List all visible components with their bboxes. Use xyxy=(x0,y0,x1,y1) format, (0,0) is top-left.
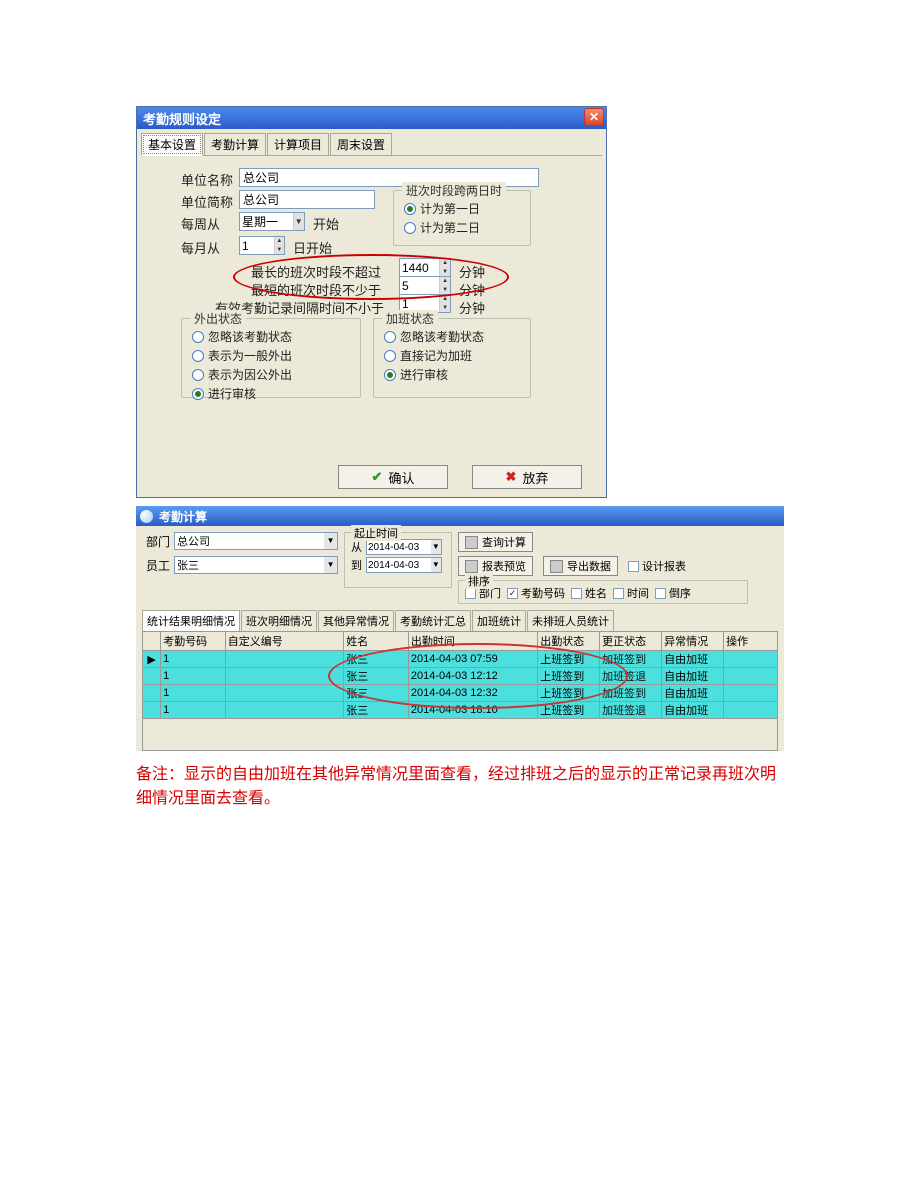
ot-group: 加班状态 忽略该考勤状态 直接记为加班 进行审核 xyxy=(373,318,531,398)
emp-label: 员工 xyxy=(142,557,170,574)
sort-opt-1[interactable]: 考勤号码 xyxy=(507,585,565,601)
min-shift-label: 最短的班次时段不少于 xyxy=(251,280,381,299)
minute-label-1: 分钟 xyxy=(459,262,485,281)
out-group: 外出状态 忽略该考勤状态 表示为一般外出 表示为因公外出 进行审核 xyxy=(181,318,361,398)
sort-opt-4[interactable]: 倒序 xyxy=(655,585,691,601)
attendance-calc-panel: 考勤计算 部门 ▼ 员工 ▼ 起止时间 从 ▼ xyxy=(136,506,784,751)
unit-abbr-label: 单位简称 xyxy=(181,192,233,211)
titlebar: 考勤规则设定 ✕ xyxy=(137,107,606,129)
tab-items[interactable]: 计算项目 xyxy=(267,133,329,155)
out-opt-0[interactable]: 忽略该考勤状态 xyxy=(192,327,350,346)
col-7[interactable]: 操作 xyxy=(724,632,778,651)
dept-combo[interactable]: ▼ xyxy=(174,532,338,550)
span-opt1[interactable]: 计为第一日 xyxy=(404,199,520,218)
ot-opt-0[interactable]: 忽略该考勤状态 xyxy=(384,327,520,346)
ok-button[interactable]: ✔确认 xyxy=(338,465,448,489)
tab-basic[interactable]: 基本设置 xyxy=(141,133,203,156)
window-title-2: 考勤计算 xyxy=(159,508,207,525)
ot-opt-2[interactable]: 进行审核 xyxy=(384,365,520,384)
max-shift-spin[interactable]: ▲▼ xyxy=(399,258,451,277)
design-checkbox[interactable]: 设计报表 xyxy=(628,558,686,574)
month-from-label: 每月从 xyxy=(181,238,220,257)
ot-group-title: 加班状态 xyxy=(382,310,438,327)
table-row[interactable]: 1张三2014-04-03 18:10上班签到加班签退自由加班 xyxy=(143,702,778,719)
export-button[interactable]: 导出数据 xyxy=(543,556,618,576)
minute-label-3: 分钟 xyxy=(459,298,485,317)
emp-combo[interactable]: ▼ xyxy=(174,556,338,574)
unit-name-label: 单位名称 xyxy=(181,170,233,189)
query-button[interactable]: 查询计算 xyxy=(458,532,533,552)
out-opt-1[interactable]: 表示为一般外出 xyxy=(192,346,350,365)
close-icon[interactable]: ✕ xyxy=(584,108,604,126)
span-group-title: 班次时段跨两日时 xyxy=(402,182,506,199)
month-from-suffix: 日开始 xyxy=(293,238,332,257)
sort-opt-2[interactable]: 姓名 xyxy=(571,585,607,601)
chevron-down-icon[interactable]: ▼ xyxy=(324,557,337,573)
grid-empty-area xyxy=(142,719,778,751)
out-opt-2[interactable]: 表示为因公外出 xyxy=(192,365,350,384)
tab-calc[interactable]: 考勤计算 xyxy=(204,133,266,155)
tab2-4[interactable]: 加班统计 xyxy=(472,610,526,631)
date-from-label: 从 xyxy=(351,539,362,555)
titlebar2: 考勤计算 xyxy=(136,506,784,526)
x-icon: ✖ xyxy=(506,469,517,485)
col-3[interactable]: 出勤时间 xyxy=(408,632,537,651)
tab2-3[interactable]: 考勤统计汇总 xyxy=(395,610,471,631)
window-title: 考勤规则设定 xyxy=(143,109,221,128)
dept-label: 部门 xyxy=(142,533,170,550)
note-text: 备注：显示的自由加班在其他异常情况里面查看，经过排班之后的显示的正常记录再班次明… xyxy=(136,763,784,811)
check-icon: ✔ xyxy=(372,469,383,485)
chevron-down-icon[interactable]: ▼ xyxy=(324,533,337,549)
tab2-2[interactable]: 其他异常情况 xyxy=(318,610,394,631)
date-group-title: 起止时间 xyxy=(351,525,401,541)
attendance-rules-dialog: 考勤规则设定 ✕ 基本设置 考勤计算 计算项目 周末设置 单位名称 单位简称 每… xyxy=(136,106,607,498)
week-from-suffix: 开始 xyxy=(313,214,339,233)
ot-opt-1[interactable]: 直接记为加班 xyxy=(384,346,520,365)
report-icon xyxy=(465,560,478,573)
app-icon xyxy=(140,510,153,523)
chevron-down-icon[interactable]: ▼ xyxy=(293,213,305,230)
col-1[interactable]: 自定义编号 xyxy=(225,632,344,651)
span-group: 班次时段跨两日时 计为第一日 计为第二日 xyxy=(393,190,531,246)
span-opt2[interactable]: 计为第二日 xyxy=(404,218,520,237)
tab2-1[interactable]: 班次明细情况 xyxy=(241,610,317,631)
tab-weekend[interactable]: 周末设置 xyxy=(330,133,392,155)
out-group-title: 外出状态 xyxy=(190,310,246,327)
spin-up-icon[interactable]: ▲ xyxy=(274,237,284,246)
table-row[interactable]: ▶1张三2014-04-03 07:59上班签到加班签到自由加班 xyxy=(143,651,778,668)
sort-group-title: 排序 xyxy=(465,573,493,589)
result-grid[interactable]: 考勤号码自定义编号姓名出勤时间出勤状态更正状态异常情况操作 ▶1张三2014-0… xyxy=(142,631,778,719)
date-from[interactable]: ▼ xyxy=(366,539,442,555)
minute-label-2: 分钟 xyxy=(459,280,485,299)
tab-bar: 基本设置 考勤计算 计算项目 周末设置 xyxy=(141,133,602,156)
cancel-button[interactable]: ✖放弃 xyxy=(472,465,582,489)
calc-icon xyxy=(465,536,478,549)
col-0[interactable]: 考勤号码 xyxy=(161,632,226,651)
table-row[interactable]: 1张三2014-04-03 12:12上班签到加班签退自由加班 xyxy=(143,668,778,685)
tab2-5[interactable]: 未排班人员统计 xyxy=(527,610,614,631)
week-from-label: 每周从 xyxy=(181,214,220,233)
out-opt-3[interactable]: 进行审核 xyxy=(192,384,350,403)
col-5[interactable]: 更正状态 xyxy=(600,632,662,651)
sort-opt-3[interactable]: 时间 xyxy=(613,585,649,601)
col-2[interactable]: 姓名 xyxy=(344,632,409,651)
date-to[interactable]: ▼ xyxy=(366,557,442,573)
date-to-label: 到 xyxy=(351,557,362,573)
col-4[interactable]: 出勤状态 xyxy=(538,632,600,651)
max-shift-label: 最长的班次时段不超过 xyxy=(251,262,381,281)
date-range-group: 起止时间 从 ▼ 到 ▼ xyxy=(344,532,452,588)
sort-group: 排序 部门考勤号码姓名时间倒序 xyxy=(458,580,748,604)
week-from-combo[interactable]: ▼ xyxy=(239,212,305,231)
min-shift-spin[interactable]: ▲▼ xyxy=(399,276,451,295)
result-tabs: 统计结果明细情况 班次明细情况 其他异常情况 考勤统计汇总 加班统计 未排班人员… xyxy=(142,610,778,631)
tab2-0[interactable]: 统计结果明细情况 xyxy=(142,610,240,631)
month-from-spin[interactable]: ▲▼ xyxy=(239,236,285,255)
spin-down-icon[interactable]: ▼ xyxy=(274,246,284,255)
unit-abbr-field[interactable] xyxy=(239,190,375,209)
col-6[interactable]: 异常情况 xyxy=(662,632,724,651)
export-icon xyxy=(550,560,563,573)
table-row[interactable]: 1张三2014-04-03 12:32上班签到加班签到自由加班 xyxy=(143,685,778,702)
